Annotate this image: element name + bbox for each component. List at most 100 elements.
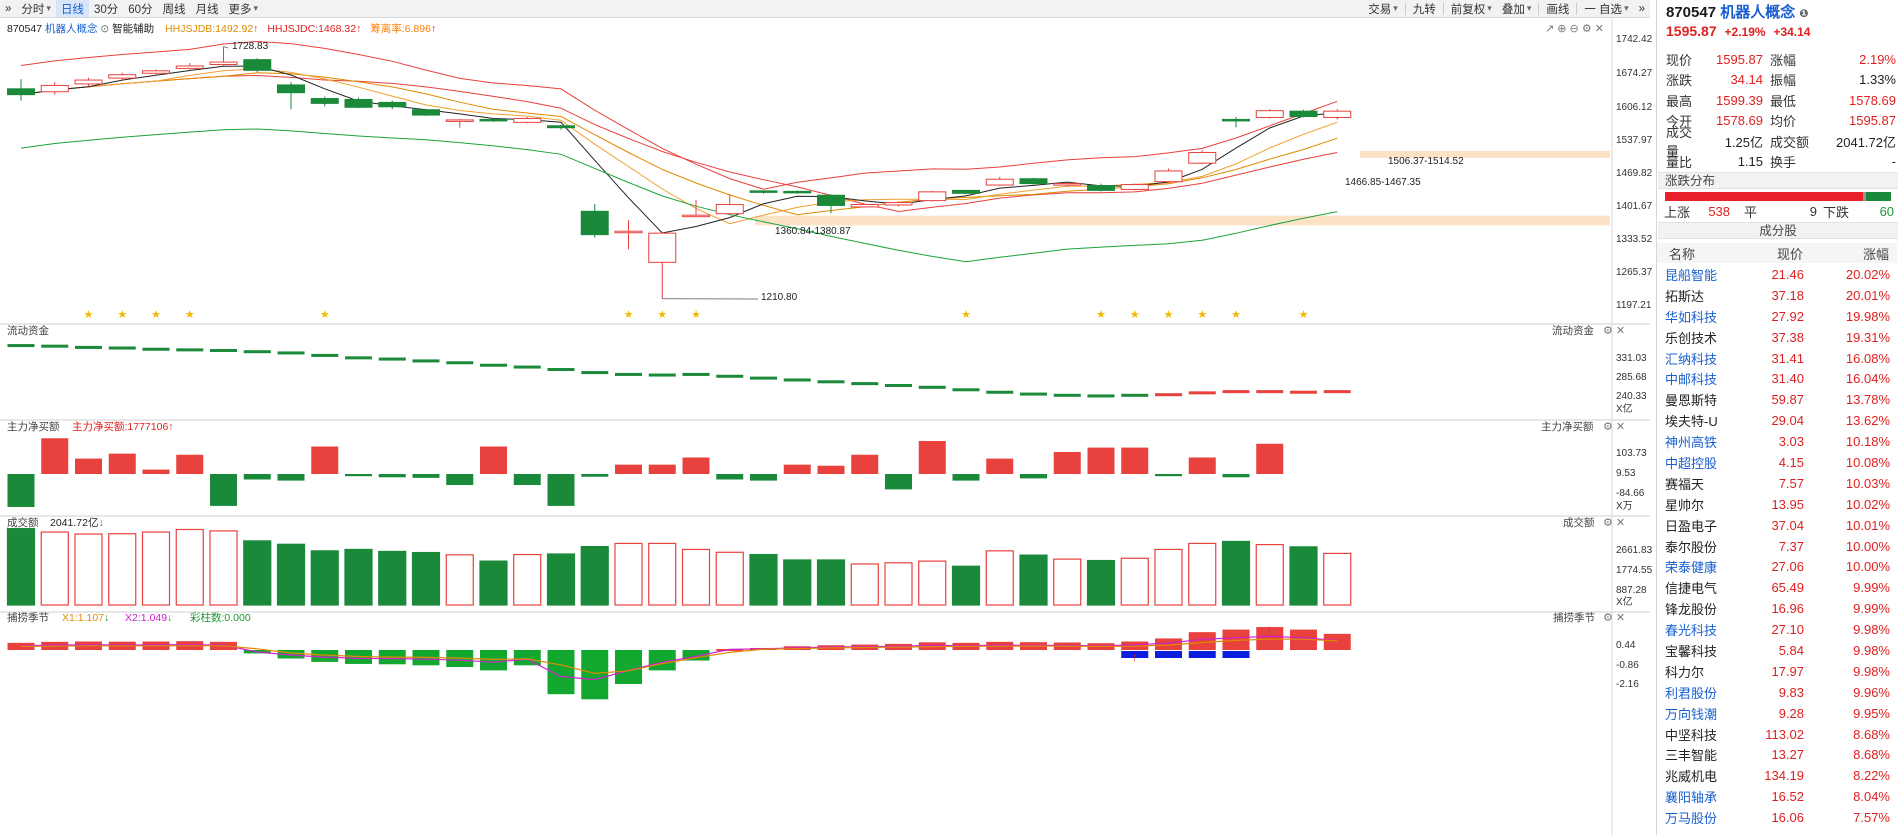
stock-name[interactable]: 利君股份 [1658, 683, 1726, 702]
constituent-row[interactable]: 春光科技 27.10 9.98% [1658, 619, 1898, 640]
tab-60min[interactable]: 60分 [123, 0, 157, 17]
stock-name[interactable]: 华如科技 [1658, 307, 1726, 326]
stock-change: 9.98% [1853, 663, 1890, 679]
collapse-icon[interactable]: » [1634, 0, 1650, 17]
quote-name[interactable]: 机器人概念 [1720, 4, 1795, 21]
stock-name[interactable]: 三丰智能 [1658, 745, 1726, 764]
stock-name[interactable]: 赛福天 [1658, 474, 1726, 493]
stat-value: 2041.72亿 [1836, 134, 1896, 150]
kline-chart[interactable]: ★ ★ ★ ★ ★ ★ ★ ★ ★ ★ ★ ★ ★ ★ ★ ↑ ↓ [0, 19, 1650, 835]
constituent-row[interactable]: 神州高铁 3.03 10.18% [1658, 431, 1898, 452]
constituent-row[interactable]: 拓斯达 37.18 20.01% [1658, 285, 1898, 306]
chart-tools-icons[interactable]: ↗ ⊕ ⊖ ⚙ ✕ [1545, 23, 1604, 35]
constituent-row[interactable]: 赛福天 7.57 10.03% [1658, 473, 1898, 494]
expand-icon[interactable]: » [0, 0, 16, 17]
constituent-row[interactable]: 万马股份 16.06 7.57% [1658, 807, 1898, 828]
constituent-row[interactable]: 中超控股 4.15 10.08% [1658, 452, 1898, 473]
season-settings-icon[interactable]: ⚙ ✕ [1603, 612, 1625, 624]
candle-body [344, 99, 373, 108]
constituent-row[interactable]: 泰尔股份 7.37 10.00% [1658, 536, 1898, 557]
candle-body [378, 101, 407, 108]
constituent-row[interactable]: 汇纳科技 31.41 16.08% [1658, 348, 1898, 369]
tab-30min[interactable]: 30分 [89, 0, 123, 17]
volume-bar [1221, 540, 1251, 606]
candle-body [1323, 110, 1352, 118]
stock-name[interactable]: 春光科技 [1658, 620, 1726, 639]
netbuy-bar [952, 474, 980, 481]
constituent-row[interactable]: 利君股份 9.83 9.96% [1658, 682, 1898, 703]
stock-name[interactable]: 宝馨科技 [1658, 641, 1726, 660]
tab-daily[interactable]: 日线 [55, 0, 89, 17]
dropdown-icon[interactable]: ⊙ [100, 23, 112, 35]
signal-star: ★ [624, 309, 634, 321]
constituent-row[interactable]: 宝馨科技 5.84 9.98% [1658, 640, 1898, 661]
overlay-button[interactable]: 叠加 [1497, 0, 1537, 17]
stock-name[interactable]: 襄阳轴承 [1658, 787, 1726, 806]
info-icon[interactable]: ❶ [1799, 8, 1808, 20]
stock-name[interactable]: 兆威机电 [1658, 766, 1726, 785]
stock-name[interactable]: 荣泰健康 [1658, 557, 1726, 576]
draw-button[interactable]: 画线 [1541, 0, 1574, 17]
netbuy-bar [851, 454, 879, 474]
constituent-row[interactable]: 中坚科技 113.02 8.68% [1658, 724, 1898, 745]
stock-price: 31.40 [1771, 371, 1804, 387]
assist-label[interactable]: 智能辅助 [112, 23, 154, 35]
price-tick: 1606.12 [1616, 102, 1653, 113]
stock-name[interactable]: 星帅尔 [1658, 495, 1726, 514]
stock-name[interactable]: 昆船智能 [1658, 265, 1726, 284]
trade-button[interactable]: 交易 [1363, 0, 1403, 17]
stock-name[interactable]: 万向钱潮 [1658, 704, 1726, 723]
constituent-row[interactable]: 埃夫特-U 29.04 13.62% [1658, 410, 1898, 431]
tab-weekly[interactable]: 周线 [158, 0, 191, 17]
netbuy-bar [783, 464, 811, 474]
stock-name[interactable]: 汇纳科技 [1658, 349, 1726, 368]
tab-intraday[interactable]: 分时 [16, 0, 56, 17]
netbuy-bar [648, 464, 676, 474]
stock-name[interactable]: 信捷电气 [1658, 578, 1726, 597]
stock-name[interactable]: 乐创技术 [1658, 328, 1726, 347]
constituent-row[interactable]: 华如科技 27.92 19.98% [1658, 306, 1898, 327]
stock-name[interactable]: 科力尔 [1658, 662, 1726, 681]
stock-name[interactable]: 泰尔股份 [1658, 537, 1726, 556]
stock-name[interactable]: 中邮科技 [1658, 369, 1726, 388]
constituent-row[interactable]: 昆船智能 21.46 20.02% [1658, 264, 1898, 285]
stock-name[interactable]: 万马股份 [1658, 808, 1726, 827]
index-name[interactable]: 机器人概念 [45, 23, 98, 35]
flow-bar [378, 357, 406, 361]
tab-more[interactable]: 更多 [224, 0, 264, 17]
constituent-row[interactable]: 兆威机电 134.19 8.22% [1658, 765, 1898, 786]
constituent-row[interactable]: 中邮科技 31.40 16.04% [1658, 368, 1898, 389]
stock-name[interactable]: 锋龙股份 [1658, 599, 1726, 618]
constituent-row[interactable]: 荣泰健康 27.06 10.00% [1658, 556, 1898, 577]
net-settings-icon[interactable]: ⚙ ✕ [1603, 421, 1625, 433]
adjust-button[interactable]: 前复权 [1446, 0, 1497, 17]
constituent-row[interactable]: 星帅尔 13.95 10.02% [1658, 494, 1898, 515]
col-chg[interactable]: 涨幅 [1803, 244, 1889, 263]
constituent-row[interactable]: 日盈电子 37.04 10.01% [1658, 515, 1898, 536]
stock-name[interactable]: 拓斯达 [1658, 286, 1726, 305]
nine-turn-button[interactable]: 九转 [1408, 0, 1441, 17]
col-price[interactable]: 现价 [1725, 244, 1803, 263]
constituent-row[interactable]: 曼恩斯特 59.87 13.78% [1658, 389, 1898, 410]
stock-name[interactable]: 中超控股 [1658, 453, 1726, 472]
stock-name[interactable]: 日盈电子 [1658, 516, 1726, 535]
stock-name[interactable]: 曼恩斯特 [1658, 390, 1726, 409]
constituent-row[interactable]: 三丰智能 13.27 8.68% [1658, 744, 1898, 765]
flow-settings-icon[interactable]: ⚙ ✕ [1603, 325, 1625, 337]
net-subtitle: 主力净买额:1777106↑ [72, 421, 174, 433]
stock-change: 10.01% [1845, 517, 1890, 533]
stock-name[interactable]: 埃夫特-U [1658, 411, 1726, 430]
constituent-row[interactable]: 锋龙股份 16.96 9.99% [1658, 598, 1898, 619]
tab-monthly[interactable]: 月线 [191, 0, 224, 17]
constituent-row[interactable]: 万向钱潮 9.28 9.95% [1658, 703, 1898, 724]
watchlist-button[interactable]: 一 自选 [1579, 0, 1633, 17]
constituent-row[interactable]: 信捷电气 65.49 9.99% [1658, 577, 1898, 598]
constituent-row[interactable]: 襄阳轴承 16.52 8.04% [1658, 786, 1898, 807]
stock-name[interactable]: 神州高铁 [1658, 432, 1726, 451]
stock-name[interactable]: 中坚科技 [1658, 725, 1726, 744]
constituent-row[interactable]: 乐创技术 37.38 19.31% [1658, 327, 1898, 348]
stat-label: 涨幅 [1770, 52, 1797, 68]
col-name[interactable]: 名称 [1657, 244, 1725, 263]
constituent-row[interactable]: 科力尔 17.97 9.98% [1658, 661, 1898, 682]
volume-settings-icon[interactable]: ⚙ ✕ [1603, 517, 1625, 529]
